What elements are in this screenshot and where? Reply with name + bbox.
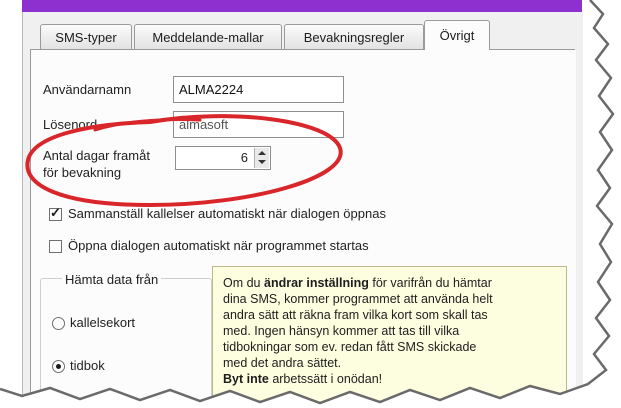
tooltip-line-2: dina SMS, kommer programmet att använda … xyxy=(223,292,493,306)
tooltip-bold-text: ändrar inställning xyxy=(264,276,369,290)
tab-label: Bevakningsregler xyxy=(303,30,405,45)
tooltip-bold-text: Byt inte xyxy=(223,372,269,386)
tooltip-line-5: tidbokningar som ev. redan fått SMS skic… xyxy=(223,340,477,354)
tab-label: Övrigt xyxy=(439,28,475,43)
tab-sms-typer[interactable]: SMS-typer xyxy=(40,24,132,49)
radio-selected-dot xyxy=(56,364,61,369)
password-field[interactable] xyxy=(173,111,344,138)
checkmark-icon: ✓ xyxy=(50,205,61,220)
tab-ovrigt[interactable]: Övrigt xyxy=(424,20,490,50)
auto-compile-label[interactable]: Sammanställ kallelser automatiskt när di… xyxy=(68,206,386,221)
stepper-up-icon[interactable] xyxy=(258,151,266,155)
username-field[interactable] xyxy=(173,76,344,103)
screenshot-stage: SMS-typer Meddelande-mallar Bevakningsre… xyxy=(0,0,621,408)
tab-label: Meddelande-mallar xyxy=(152,30,264,45)
tooltip-line-1: Om du ändrar inställning för varifrån du… xyxy=(223,275,556,291)
tooltip-text: arbetssätt i onödan! xyxy=(268,372,383,386)
radio-tidbok[interactable] xyxy=(52,360,65,373)
open-on-start-checkbox[interactable] xyxy=(49,240,62,253)
window-title-bar xyxy=(22,0,582,12)
username-label: Användarnamn xyxy=(43,82,132,97)
open-on-start-label[interactable]: Öppna dialogen automatiskt när programme… xyxy=(68,238,369,253)
tab-bevakningsregler[interactable]: Bevakningsregler xyxy=(284,24,424,49)
stepper-buttons xyxy=(254,148,269,168)
tooltip-line-6: med det andra sättet. xyxy=(223,356,342,370)
days-ahead-value: 6 xyxy=(240,150,248,165)
fetch-data-groupbox xyxy=(40,278,212,408)
tooltip-line-3: andra sätt att räkna fram vilka kort som… xyxy=(223,308,488,322)
fetch-data-group-title: Hämta data från xyxy=(62,272,162,287)
days-ahead-label-line2: för bevakning xyxy=(43,165,122,180)
password-label: Lösenord xyxy=(43,117,98,132)
days-ahead-label-line1: Antal dagar framåt xyxy=(43,148,150,163)
radio-tidbok-label[interactable]: tidbok xyxy=(70,358,105,373)
days-ahead-label: Antal dagar framåt för bevakning xyxy=(43,147,150,181)
radio-kallelsekort[interactable] xyxy=(52,317,65,330)
days-ahead-stepper[interactable]: 6 xyxy=(175,146,271,170)
info-tooltip: Om du ändrar inställning för varifrån du… xyxy=(212,266,567,408)
tooltip-line-7: Byt inte arbetssätt i onödan! xyxy=(223,371,556,387)
tooltip-text: Om du xyxy=(223,276,264,290)
stepper-down-icon[interactable] xyxy=(258,160,266,164)
tooltip-text: för varifrån du hämtar xyxy=(368,276,492,290)
tab-meddelande-mallar[interactable]: Meddelande-mallar xyxy=(134,24,282,49)
tooltip-line-4: med. Ingen hänsyn kommer att tas till vi… xyxy=(223,324,460,338)
tab-label: SMS-typer xyxy=(55,30,117,45)
radio-kallelsekort-label[interactable]: kallelsekort xyxy=(70,315,135,330)
auto-compile-checkbox[interactable]: ✓ xyxy=(49,205,62,221)
